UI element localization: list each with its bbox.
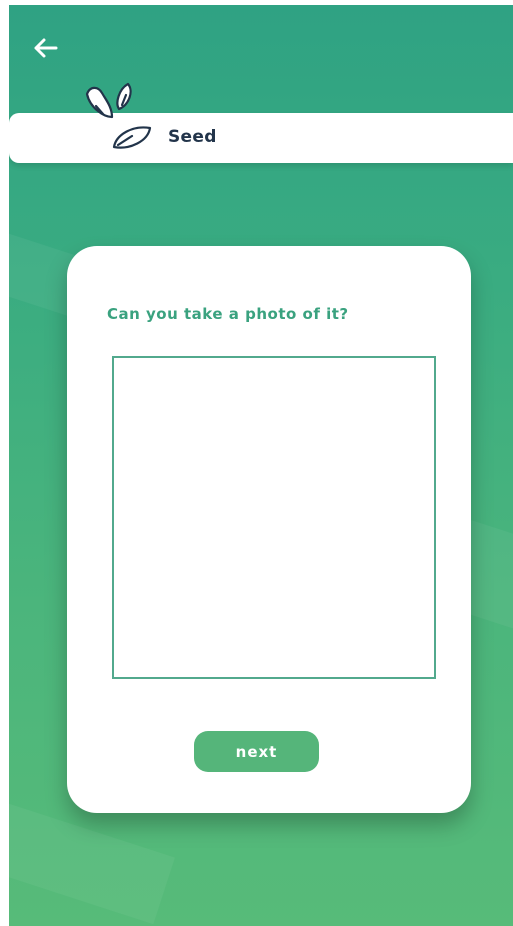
background-streak (9, 795, 175, 925)
page-title: Seed (168, 127, 217, 147)
next-button[interactable]: next (194, 731, 319, 772)
back-button[interactable] (27, 33, 63, 63)
app-screen: Seed Can you take a photo of it? next (9, 5, 513, 926)
photo-capture-area[interactable] (112, 356, 436, 679)
question-text: Can you take a photo of it? (107, 305, 349, 323)
arrow-left-icon (34, 38, 58, 58)
seeds-icon (85, 82, 152, 149)
photo-card: Can you take a photo of it? next (67, 246, 471, 813)
